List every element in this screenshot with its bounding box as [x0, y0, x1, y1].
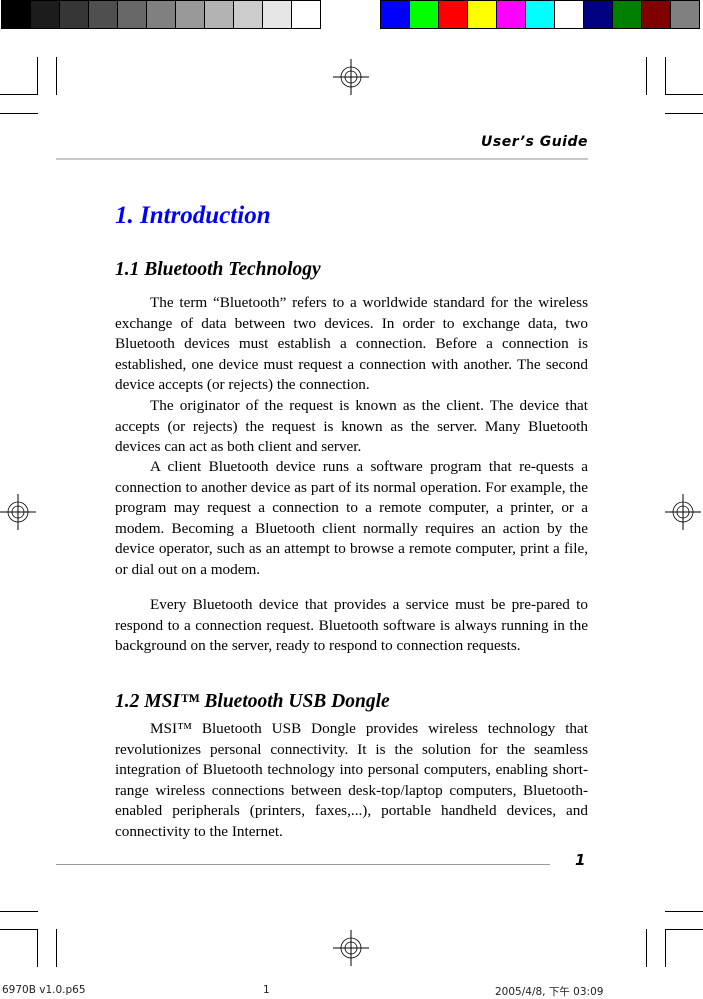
section-title: 1.2 MSI™ Bluetooth USB Dongle	[115, 691, 390, 712]
color-swatch	[554, 0, 584, 29]
crop-mark	[0, 94, 38, 95]
color-swatch	[525, 0, 555, 29]
gray-swatch	[117, 0, 147, 29]
gray-swatch	[59, 0, 89, 29]
header-rule	[56, 158, 588, 160]
gray-swatch	[204, 0, 234, 29]
registration-target-icon	[333, 59, 369, 95]
crop-mark	[0, 911, 38, 912]
color-swatch	[467, 0, 497, 29]
crop-mark	[56, 929, 57, 967]
crop-mark	[646, 929, 647, 967]
crop-mark	[665, 113, 703, 114]
slug-page: 1	[263, 984, 270, 996]
page-number: 1	[575, 851, 586, 869]
crop-mark	[0, 929, 38, 930]
crop-mark	[37, 57, 38, 95]
registration-target-icon	[0, 494, 36, 530]
color-swatch	[641, 0, 671, 29]
crop-mark	[665, 94, 703, 95]
crop-mark	[37, 929, 38, 967]
paragraph: MSI™ Bluetooth USB Dongle provides wirel…	[115, 720, 588, 840]
crop-mark	[646, 57, 647, 95]
paragraph: Every Bluetooth device that provides a s…	[115, 596, 588, 654]
color-swatch	[409, 0, 439, 29]
running-header-title: User’s Guide	[481, 134, 588, 150]
gray-swatch	[233, 0, 263, 29]
crop-mark	[0, 113, 38, 114]
color-swatch	[670, 0, 700, 29]
paragraph: A client Bluetooth device runs a softwar…	[115, 458, 588, 578]
crop-mark	[56, 57, 57, 95]
color-swatch	[380, 0, 410, 29]
crop-mark	[665, 911, 703, 912]
gray-swatch	[262, 0, 292, 29]
color-swatch	[612, 0, 642, 29]
gray-swatch	[88, 0, 118, 29]
crop-mark	[665, 929, 666, 967]
gray-swatch	[30, 0, 60, 29]
crop-mark	[665, 929, 703, 930]
gray-swatch	[146, 0, 176, 29]
registration-target-icon	[333, 930, 369, 966]
color-swatch	[583, 0, 613, 29]
section-title: 1.1 Bluetooth Technology	[115, 259, 321, 280]
gray-swatch	[1, 0, 31, 29]
slug-filename: 6970B v1.0.p65	[2, 984, 86, 996]
paragraph: The term “Bluetooth” refers to a worldwi…	[115, 294, 588, 393]
registration-target-icon	[665, 494, 701, 530]
chapter-title: 1. Introduction	[115, 202, 271, 229]
crop-mark	[665, 57, 666, 95]
paragraph: The originator of the request is known a…	[115, 397, 588, 455]
color-swatch	[438, 0, 468, 29]
gray-swatch	[175, 0, 205, 29]
color-swatch	[496, 0, 526, 29]
footer-rule	[56, 864, 550, 865]
gray-swatch	[291, 0, 321, 29]
